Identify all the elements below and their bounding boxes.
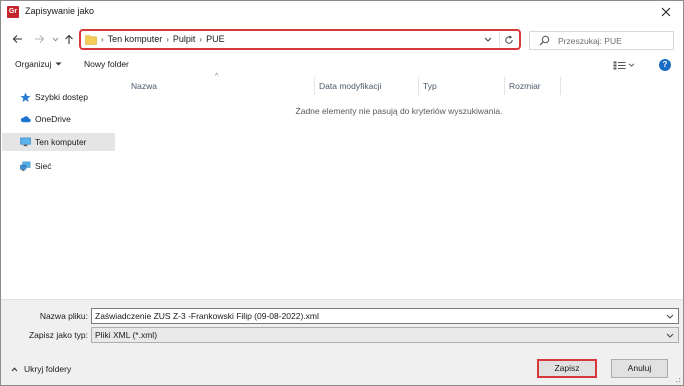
cloud-icon [20, 114, 31, 125]
chevron-down-icon [666, 333, 674, 338]
chevron-down-icon [52, 37, 58, 42]
help-icon: ? [662, 60, 668, 69]
column-header-type[interactable]: Typ [419, 77, 505, 95]
organize-menu[interactable]: Organizuj [15, 59, 62, 69]
chevron-down-icon [628, 63, 635, 67]
nav-item-this-pc[interactable]: Ten komputer [2, 133, 115, 151]
navigation-pane: Szybki dostęp OneDrive Ten komputer Sieć [2, 77, 115, 297]
view-list-icon [613, 61, 626, 69]
new-folder-button[interactable]: Nowy folder [84, 59, 129, 69]
nav-item-label: OneDrive [35, 114, 71, 124]
computer-icon [20, 137, 31, 148]
save-as-dialog: Gr Zapisywanie jako › Ten komputer › Pul… [0, 0, 684, 386]
search-input[interactable]: Przeszukaj: PUE [558, 36, 622, 46]
folder-icon [85, 35, 97, 45]
view-options-button[interactable] [613, 59, 639, 71]
hide-folders-button[interactable]: Ukryj foldery [11, 364, 71, 374]
up-button[interactable] [61, 31, 77, 47]
caret-down-icon [55, 62, 62, 66]
cancel-button[interactable]: Anuluj [611, 359, 668, 378]
save-button[interactable]: Zapisz [537, 359, 597, 378]
breadcrumb-item-ten-komputer[interactable]: Ten komputer [108, 34, 163, 44]
app-icon: Gr [7, 6, 19, 18]
filename-input[interactable]: Zaświadczenie ZUS Z-3 -Frankowski Filip … [95, 311, 319, 321]
nav-item-label: Ten komputer [35, 137, 87, 147]
filetype-label: Zapisz jako typ: [28, 330, 88, 340]
filename-history-button[interactable] [665, 311, 675, 321]
search-icon [539, 35, 550, 46]
network-icon [20, 161, 31, 172]
nav-item-onedrive[interactable]: OneDrive [2, 110, 115, 128]
refresh-button[interactable] [499, 32, 517, 47]
nav-item-network[interactable]: Sieć [2, 157, 115, 175]
arrow-right-icon [34, 35, 44, 43]
filetype-dropdown-button[interactable] [665, 330, 675, 340]
close-icon [661, 7, 671, 17]
address-history-button[interactable] [481, 33, 495, 46]
title-bar: Gr Zapisywanie jako [1, 1, 683, 23]
hide-folders-label: Ukryj foldery [24, 364, 72, 374]
arrow-left-icon [12, 35, 22, 43]
close-button[interactable] [653, 3, 679, 21]
window-title: Zapisywanie jako [25, 6, 95, 16]
chevron-down-icon [666, 314, 674, 319]
column-header-date-modified[interactable]: Data modyfikacji [315, 77, 419, 95]
breadcrumb-item-pue[interactable]: PUE [206, 34, 225, 44]
breadcrumb-separator-icon: › [166, 34, 169, 44]
nav-item-label: Szybki dostęp [35, 92, 88, 102]
star-icon [20, 92, 31, 103]
chevron-down-icon [484, 37, 492, 42]
forward-button[interactable] [31, 31, 47, 47]
breadcrumb-item-pulpit[interactable]: Pulpit [173, 34, 196, 44]
arrow-up-icon [65, 34, 73, 44]
empty-list-message: Żadne elementy nie pasują do kryteriów w… [295, 106, 503, 116]
filename-field[interactable]: Zaświadczenie ZUS Z-3 -Frankowski Filip … [91, 308, 679, 324]
breadcrumb-separator-icon: › [199, 34, 203, 44]
address-bar[interactable]: › Ten komputer › Pulpit › PUE [79, 29, 521, 50]
chevron-up-icon [11, 366, 18, 371]
filename-label: Nazwa pliku: [39, 311, 88, 321]
nav-item-label: Sieć [35, 161, 52, 171]
organize-label: Organizuj [15, 59, 52, 69]
breadcrumb: › Ten komputer › Pulpit › PUE [101, 34, 225, 44]
command-bar: Organizuj Nowy folder ? [1, 55, 683, 75]
back-button[interactable] [9, 31, 25, 47]
column-header-name[interactable]: Nazwa [127, 77, 315, 95]
help-button[interactable]: ? [659, 59, 671, 71]
filetype-value: Pliki XML (*.xml) [95, 330, 158, 340]
breadcrumb-separator-icon: › [101, 34, 104, 44]
column-header-size[interactable]: Rozmiar [505, 77, 561, 95]
refresh-icon [504, 34, 513, 44]
save-options-panel: Nazwa pliku: Zaświadczenie ZUS Z-3 -Fran… [1, 299, 683, 385]
navigation-bar: › Ten komputer › Pulpit › PUE Przeszukaj… [1, 25, 683, 53]
resize-grip-icon[interactable] [673, 375, 681, 383]
nav-item-quick-access[interactable]: Szybki dostęp [2, 88, 115, 106]
file-list: ^ Nazwa Data modyfikacji Typ Rozmiar Żad… [115, 73, 683, 299]
search-box[interactable]: Przeszukaj: PUE [529, 31, 674, 50]
filetype-select[interactable]: Pliki XML (*.xml) [91, 327, 679, 343]
